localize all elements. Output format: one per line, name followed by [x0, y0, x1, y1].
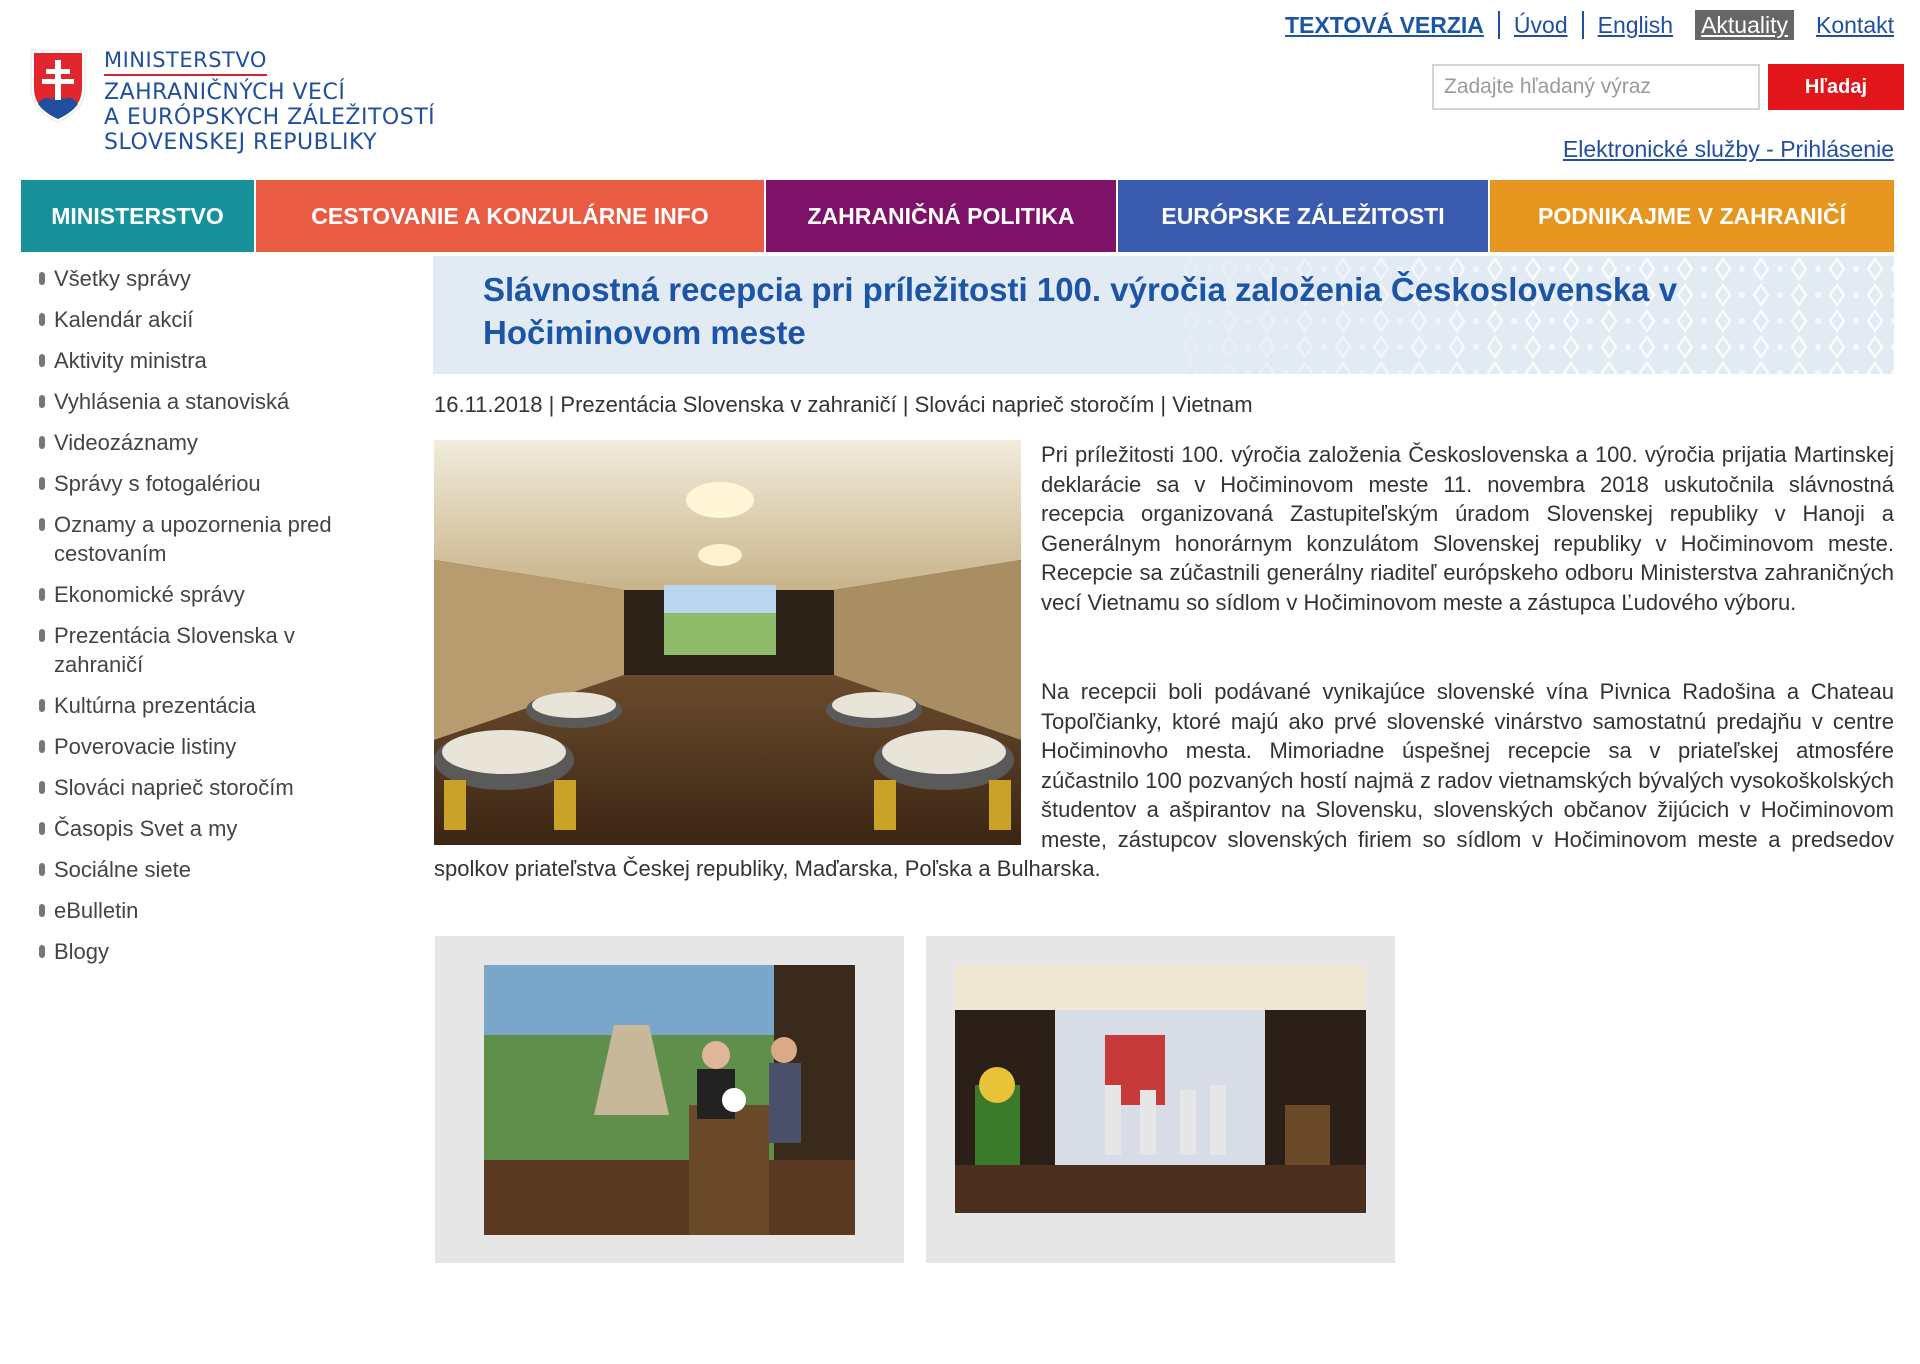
sidebar-item-blogs[interactable]: Blogy — [36, 937, 376, 966]
nav-business-abroad[interactable]: PODNIKAJME V ZAHRANIČÍ — [1490, 180, 1894, 252]
home-link[interactable]: Úvod — [1500, 10, 1582, 40]
sidebar-item-credentials[interactable]: Poverovacie listiny — [36, 732, 376, 761]
logo-line-3: A EURÓPSKYCH ZÁLEŽITOSTÍ — [104, 105, 436, 130]
gallery-photo-stage — [955, 965, 1366, 1213]
main-nav: MINISTERSTVO CESTOVANIE A KONZULÁRNE INF… — [21, 180, 1894, 252]
sidebar-item-label: Časopis Svet a my — [54, 816, 238, 841]
sidebar-item-label: Vyhlásenia a stanoviská — [54, 389, 290, 414]
sidebar-item-label: Aktivity ministra — [54, 348, 207, 373]
sidebar-item-economic-news[interactable]: Ekonomické správy — [36, 580, 376, 609]
sidebar-item-label: Oznamy a upozornenia pred cestovaním — [54, 512, 332, 566]
sidebar-item-photo-news[interactable]: Správy s fotogalériou — [36, 469, 376, 498]
bullet-icon — [39, 588, 45, 601]
sidebar-item-cultural-presentation[interactable]: Kultúrna prezentácia — [36, 691, 376, 720]
reception-hall-photo[interactable] — [434, 440, 1021, 845]
article-meta: 16.11.2018 | Prezentácia Slovenska v zah… — [434, 392, 1253, 417]
gallery-item[interactable] — [926, 936, 1395, 1263]
news-link[interactable]: Aktuality — [1695, 10, 1794, 40]
sidebar-item-minister-activities[interactable]: Aktivity ministra — [36, 346, 376, 375]
bullet-icon — [39, 740, 45, 753]
nav-foreign-policy[interactable]: ZAHRANIČNÁ POLITIKA — [766, 180, 1118, 252]
sidebar-item-social-networks[interactable]: Sociálne siete — [36, 855, 376, 884]
bullet-icon — [39, 699, 45, 712]
logo-line-1: MINISTERSTVO — [104, 48, 267, 76]
sidebar-item-slovakia-presentation[interactable]: Prezentácia Slovenska v zahraničí — [36, 621, 376, 679]
bullet-icon — [39, 945, 45, 958]
bullet-icon — [39, 395, 45, 408]
sidebar-item-all-news[interactable]: Všetky správy — [36, 264, 376, 293]
bullet-icon — [39, 822, 45, 835]
article-title-band: Slávnostná recepcia pri príležitosti 100… — [433, 256, 1894, 374]
search-form: Hľadaj — [1432, 64, 1904, 110]
bullet-icon — [39, 904, 45, 917]
sidebar-item-label: Videozáznamy — [54, 430, 198, 455]
sidebar-item-label: eBulletin — [54, 898, 139, 923]
bullet-icon — [39, 781, 45, 794]
sidebar-item-magazine[interactable]: Časopis Svet a my — [36, 814, 376, 843]
logo-line-4: SLOVENSKEJ REPUBLIKY — [104, 130, 378, 155]
sidebar-item-label: Kalendár akcií — [54, 307, 194, 332]
sidebar-item-statements[interactable]: Vyhlásenia a stanoviská — [36, 387, 376, 416]
nav-european-affairs[interactable]: EURÓPSKE ZÁLEŽITOSTI — [1118, 180, 1490, 252]
sidebar-item-label: Všetky správy — [54, 266, 191, 291]
sidebar-item-label: Blogy — [54, 939, 110, 964]
nav-ministry[interactable]: MINISTERSTVO — [21, 180, 256, 252]
logo-line-2: ZAHRANIČNÝCH VECÍ — [104, 80, 346, 105]
bullet-icon — [39, 518, 45, 531]
sidebar-item-events-calendar[interactable]: Kalendár akcií — [36, 305, 376, 334]
bullet-icon — [39, 629, 45, 642]
sidebar-item-label: Prezentácia Slovenska v zahraničí — [54, 623, 295, 677]
sidebar-item-slovaks-century[interactable]: Slováci naprieč storočím — [36, 773, 376, 802]
sidebar-item-label: Kultúrna prezentácia — [54, 693, 256, 718]
article-title: Slávnostná recepcia pri príležitosti 100… — [483, 271, 1678, 351]
english-link[interactable]: English — [1584, 10, 1687, 40]
sidebar-item-label: Slováci naprieč storočím — [54, 775, 294, 800]
nav-travel-consular[interactable]: CESTOVANIE A KONZULÁRNE INFO — [256, 180, 766, 252]
bullet-icon — [39, 354, 45, 367]
ministry-logo[interactable]: MINISTERSTVO ZAHRANIČNÝCH VECÍ A EURÓPSK… — [28, 48, 435, 155]
gallery-photo-speakers — [484, 965, 855, 1235]
sidebar-item-label: Správy s fotogalériou — [54, 471, 261, 496]
sidebar-item-label: Sociálne siete — [54, 857, 191, 882]
search-button[interactable]: Hľadaj — [1768, 64, 1904, 110]
sidebar-item-label: Ekonomické správy — [54, 582, 245, 607]
article-body: Pri príležitosti 100. výročia založenia … — [434, 440, 1894, 884]
slovak-coat-of-arms-icon — [30, 49, 86, 123]
text-version-link[interactable]: TEXTOVÁ VERZIA — [1271, 10, 1498, 40]
bullet-icon — [39, 436, 45, 449]
bullet-icon — [39, 477, 45, 490]
bullet-icon — [39, 313, 45, 326]
bullet-icon — [39, 272, 45, 285]
contact-link[interactable]: Kontakt — [1802, 10, 1894, 40]
sidebar-news-categories: Všetky správy Kalendár akcií Aktivity mi… — [36, 264, 376, 978]
gallery-item[interactable] — [435, 936, 904, 1263]
sidebar-item-travel-warnings[interactable]: Oznamy a upozornenia pred cestovaním — [36, 510, 376, 568]
sidebar-item-label: Poverovacie listiny — [54, 734, 237, 759]
logo-text: MINISTERSTVO ZAHRANIČNÝCH VECÍ A EURÓPSK… — [104, 48, 435, 155]
photo-gallery — [435, 936, 1417, 1263]
eservices-login-link[interactable]: Elektronické služby - Prihlásenie — [1563, 136, 1894, 163]
sidebar-item-videos[interactable]: Videozáznamy — [36, 428, 376, 457]
sidebar-item-ebulletin[interactable]: eBulletin — [36, 896, 376, 925]
bullet-icon — [39, 863, 45, 876]
top-utility-nav: TEXTOVÁ VERZIA Úvod English Aktuality Ko… — [1271, 10, 1894, 40]
search-input[interactable] — [1432, 64, 1760, 110]
